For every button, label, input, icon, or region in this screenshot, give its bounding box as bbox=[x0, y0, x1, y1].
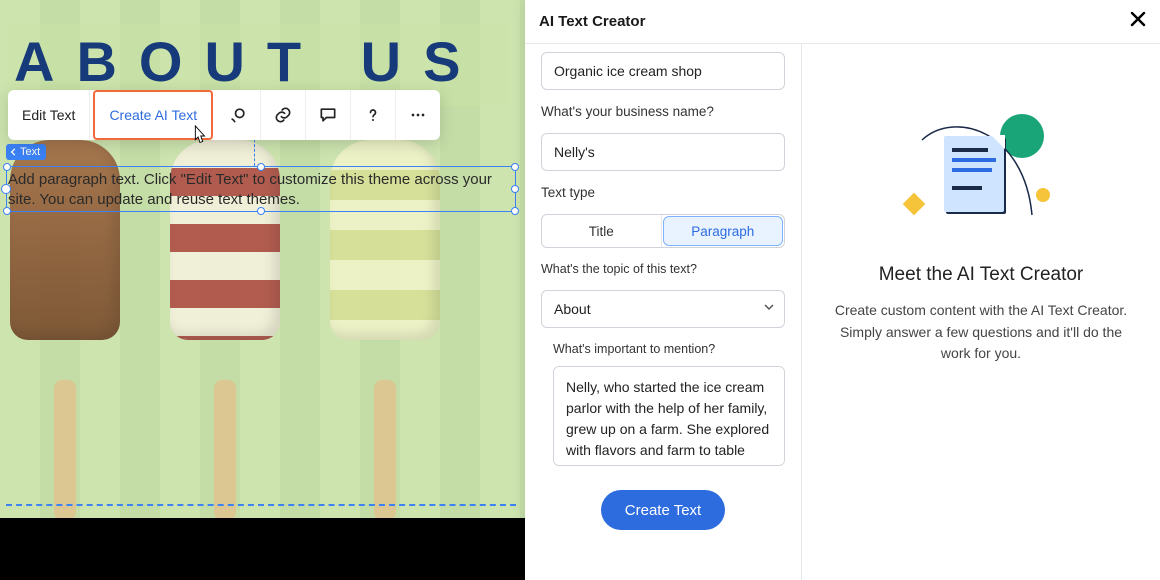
ai-text-panel: AI Text Creator What's your business nam… bbox=[525, 0, 1160, 580]
animation-button[interactable] bbox=[216, 90, 261, 140]
more-button[interactable] bbox=[396, 90, 440, 140]
business-name-field[interactable] bbox=[541, 133, 785, 171]
ai-illustration bbox=[906, 114, 1056, 234]
help-button[interactable] bbox=[351, 90, 396, 140]
panel-title: AI Text Creator bbox=[539, 13, 645, 30]
close-icon bbox=[1130, 11, 1146, 27]
panel-header: AI Text Creator bbox=[525, 0, 1160, 44]
resize-handle[interactable] bbox=[257, 207, 265, 215]
panel-close-button[interactable] bbox=[1130, 10, 1146, 33]
chevron-down-icon bbox=[763, 300, 775, 318]
resize-handle[interactable] bbox=[1, 184, 11, 194]
topic-select[interactable] bbox=[541, 290, 785, 328]
link-button[interactable] bbox=[261, 90, 306, 140]
more-icon bbox=[408, 105, 428, 125]
create-text-button[interactable]: Create Text bbox=[601, 490, 725, 530]
page-heading: ABOUT US bbox=[8, 24, 508, 90]
text-type-segmented: Title Paragraph bbox=[541, 214, 785, 248]
resize-handle[interactable] bbox=[3, 163, 11, 171]
selection-type-chip[interactable]: Text bbox=[6, 144, 46, 160]
ai-form: What's your business name? Text type Tit… bbox=[525, 44, 802, 580]
link-icon bbox=[273, 105, 293, 125]
topic-label: What's the topic of this text? bbox=[541, 262, 785, 276]
resize-handle[interactable] bbox=[511, 185, 519, 193]
resize-handle[interactable] bbox=[511, 163, 519, 171]
resize-handle[interactable] bbox=[511, 207, 519, 215]
business-name-label: What's your business name? bbox=[541, 104, 785, 119]
footer-strip bbox=[0, 518, 525, 580]
ai-info-column: Meet the AI Text Creator Create custom c… bbox=[802, 44, 1160, 580]
resize-handle[interactable] bbox=[257, 163, 265, 171]
selection-outline[interactable] bbox=[6, 166, 516, 212]
alignment-guide-horizontal bbox=[6, 504, 516, 506]
ai-info-title: Meet the AI Text Creator bbox=[879, 264, 1084, 286]
comment-button[interactable] bbox=[306, 90, 351, 140]
text-floating-toolbar: Edit Text Create AI Text bbox=[8, 90, 440, 140]
chevron-left-icon bbox=[10, 148, 18, 156]
animation-icon bbox=[228, 105, 248, 125]
important-textarea[interactable] bbox=[553, 366, 785, 466]
topic-select-value[interactable] bbox=[541, 290, 785, 328]
text-type-title-option[interactable]: Title bbox=[542, 215, 662, 247]
edit-text-button[interactable]: Edit Text bbox=[8, 90, 90, 140]
text-type-paragraph-option[interactable]: Paragraph bbox=[663, 216, 784, 246]
ai-info-description: Create custom content with the AI Text C… bbox=[832, 300, 1130, 365]
business-description-field[interactable] bbox=[541, 52, 785, 90]
editor-canvas: ABOUT US Text Add paragraph text. Click … bbox=[0, 0, 525, 580]
text-type-label: Text type bbox=[541, 185, 785, 200]
resize-handle[interactable] bbox=[3, 207, 11, 215]
help-icon bbox=[363, 105, 383, 125]
comment-icon bbox=[318, 105, 338, 125]
selection-type-label: Text bbox=[20, 146, 40, 158]
create-ai-text-button[interactable]: Create AI Text bbox=[93, 90, 213, 140]
important-label: What's important to mention? bbox=[553, 342, 785, 356]
